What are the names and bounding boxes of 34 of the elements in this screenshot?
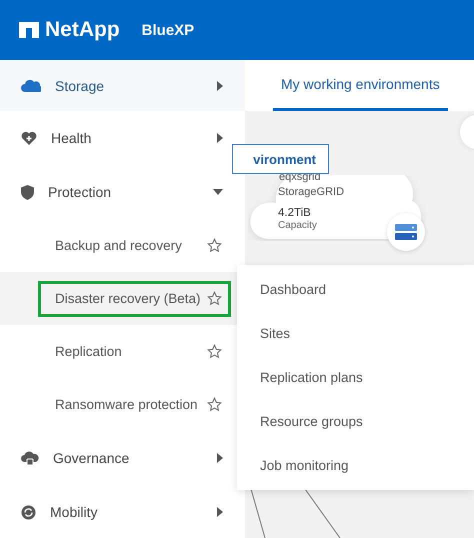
star-icon[interactable] [207,238,222,253]
sidebar-subitem[interactable]: Replication [38,334,231,370]
caret-right-icon [217,80,223,90]
sidebar-item[interactable]: Storage [0,60,245,111]
caret-right-icon [217,507,223,517]
caret-down-icon [213,189,223,195]
heart-plus-icon [21,131,37,145]
sidebar-subitem[interactable]: Backup and recovery [38,228,231,264]
star-icon[interactable] [207,344,222,359]
star-icon[interactable] [207,291,222,306]
connector-line [250,489,266,538]
sidebar-subitem[interactable]: Ransomware protection [38,386,231,422]
server-icon [395,224,417,240]
capacity-label: Capacity [278,220,317,231]
caret-right-icon [217,133,223,143]
circle-arrows-icon [21,504,36,520]
submenu-item[interactable]: Dashboard [260,282,326,297]
sidebar-subitem[interactable]: Disaster recovery (Beta) [38,280,231,316]
star-icon[interactable] [207,397,222,412]
submenu-item[interactable]: Replication plans [260,370,363,385]
connector-line [304,489,341,538]
capacity-value: 4.2TiB [278,207,311,219]
logo: NetApp [19,18,120,42]
shield-icon [21,184,34,200]
submenu-item[interactable]: Job monitoring [260,458,349,474]
environment-type: StorageGRID [278,186,344,198]
caret-right-icon [217,453,223,463]
add-environment-button[interactable]: vironment [232,144,329,174]
submenu-item[interactable]: Resource groups [260,414,363,430]
environment-name: eqxsgrid [279,171,321,183]
cloud-icon [21,78,41,92]
cloud-lock-icon [21,450,39,466]
product-name: BlueXP [142,22,194,38]
submenu-item[interactable]: Sites [260,326,290,341]
